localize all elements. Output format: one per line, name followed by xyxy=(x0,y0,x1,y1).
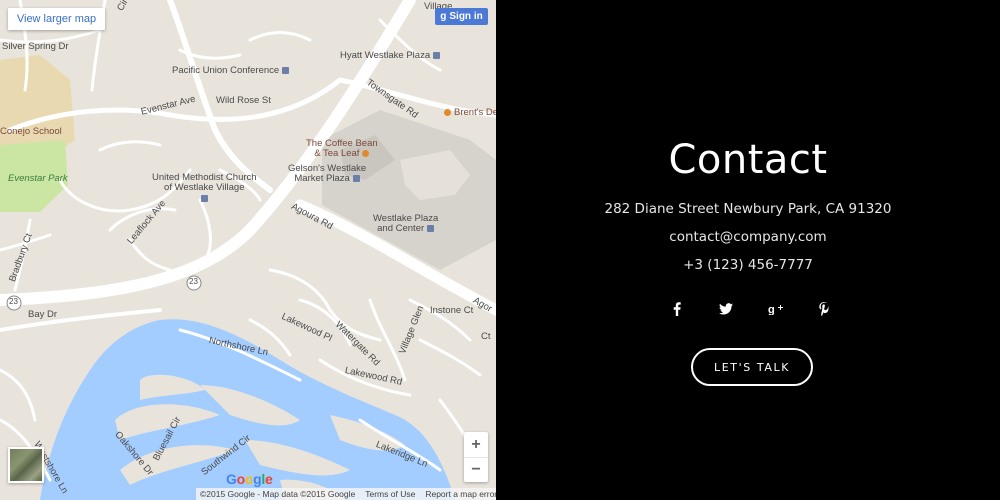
building-icon xyxy=(282,66,290,74)
church-icon xyxy=(200,194,208,202)
view-larger-map-link[interactable]: View larger map xyxy=(8,8,105,30)
cafe-icon xyxy=(362,149,370,157)
poi-label: Pacific Union Conference xyxy=(172,66,290,76)
poi-label: The Coffee Bean & Tea Leaf xyxy=(306,138,378,159)
shopping-icon xyxy=(352,174,360,182)
street-label: Instone Ct xyxy=(430,305,474,316)
google-g-icon: g xyxy=(440,11,447,22)
zoom-out-button[interactable]: − xyxy=(464,457,488,482)
street-label: Wild Rose St xyxy=(216,95,271,106)
poi-label: Hyatt Westlake Plaza xyxy=(340,51,441,61)
school-label: Conejo School xyxy=(0,126,62,137)
poi-label: Brent's De xyxy=(444,108,496,118)
satellite-view-toggle[interactable] xyxy=(8,447,44,483)
pinterest-icon[interactable] xyxy=(814,298,836,320)
facebook-icon[interactable] xyxy=(666,298,688,320)
poi-label: Gelson's Westlake Market Plaza xyxy=(288,163,367,184)
street-label: Bay Dr xyxy=(28,309,58,320)
zoom-in-button[interactable]: + xyxy=(464,432,488,457)
street-label: Silver Spring Dr xyxy=(2,41,69,52)
google-logo: Google xyxy=(226,471,273,487)
contact-title: Contact xyxy=(668,137,828,183)
route-shield-label: 23 xyxy=(9,297,18,306)
address-text: 282 Diane Street Newbury Park, CA 91320 xyxy=(604,201,892,217)
svg-text:g: g xyxy=(768,304,775,315)
google-plus-icon[interactable]: g xyxy=(765,298,787,320)
social-links: g xyxy=(666,298,836,320)
park-label: Evenstar Park xyxy=(8,173,68,184)
restaurant-icon xyxy=(444,108,451,116)
email-link[interactable]: contact@company.com xyxy=(496,229,1000,245)
report-error-link[interactable]: Report a map error xyxy=(425,489,496,499)
map-copyright: ©2015 Google - Map data ©2015 Google xyxy=(200,489,356,499)
map-footer: ©2015 Google - Map data ©2015 Google Ter… xyxy=(196,488,496,500)
street-label: Ct xyxy=(481,331,491,342)
poi-label: United Methodist Church of Westlake Villa… xyxy=(152,173,257,203)
phone-text: +3 (123) 456-7777 xyxy=(683,257,813,273)
zoom-control: + − xyxy=(464,432,488,482)
map-embed[interactable]: Silver Spring Dr Conejo School Evenstar … xyxy=(0,0,496,500)
sign-in-button[interactable]: g Sign in xyxy=(435,8,488,25)
route-shield-label: 23 xyxy=(189,277,198,286)
lets-talk-button[interactable]: LET'S TALK xyxy=(691,348,813,386)
sign-in-label: Sign in xyxy=(449,11,483,22)
contact-section: Contact 282 Diane Street Newbury Park, C… xyxy=(496,0,1000,500)
hotel-icon xyxy=(433,51,441,59)
poi-label: Westlake Plaza and Center xyxy=(373,213,439,234)
shopping-icon xyxy=(427,224,435,232)
terms-link[interactable]: Terms of Use xyxy=(365,489,415,499)
twitter-icon[interactable] xyxy=(715,298,737,320)
